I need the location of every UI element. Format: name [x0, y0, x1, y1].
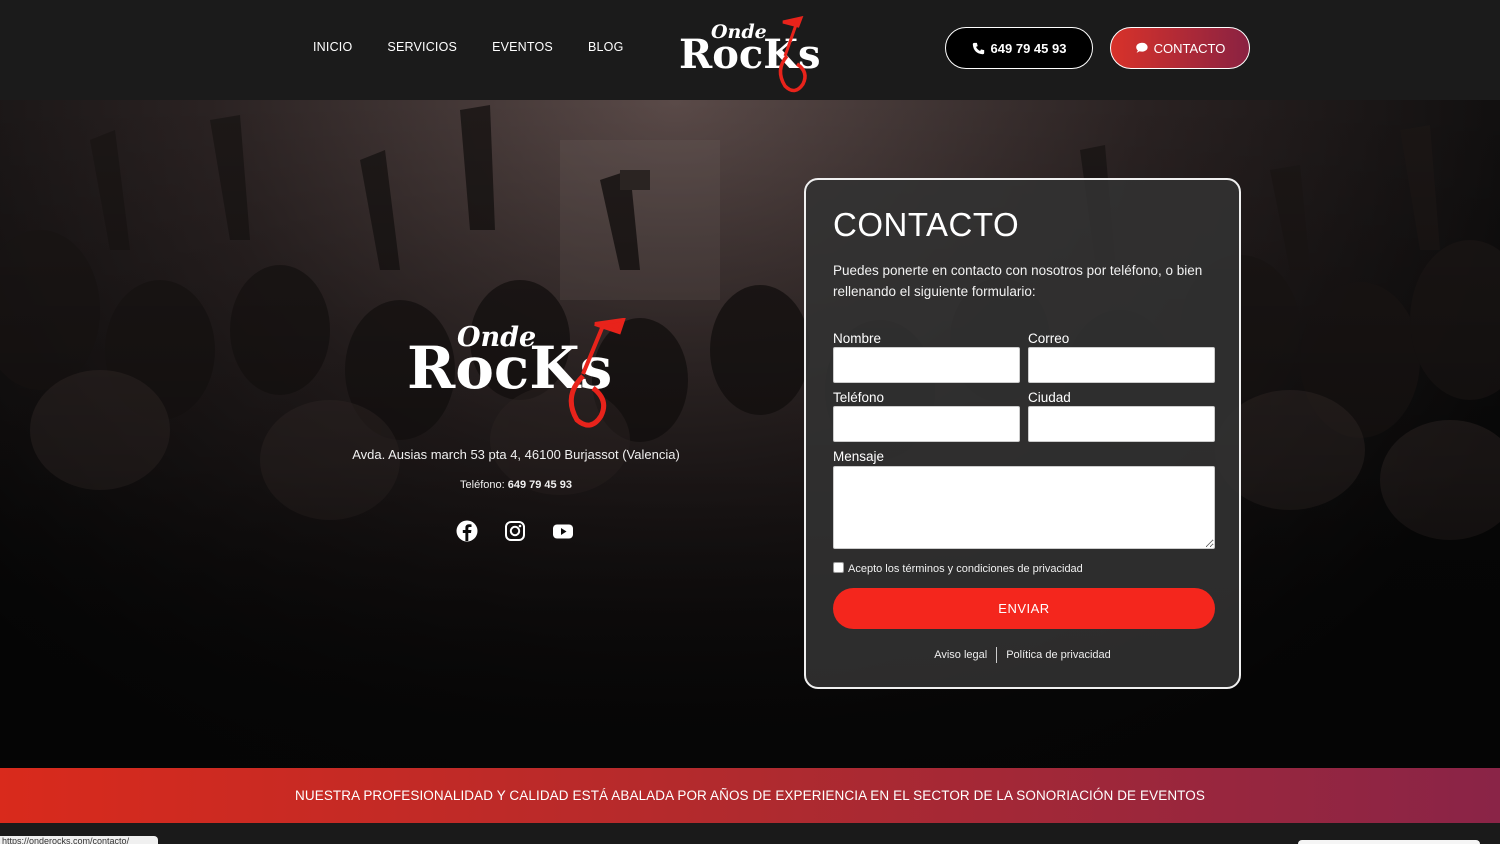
address-text: Avda. Ausias march 53 pta 4, 46100 Burja…: [352, 447, 680, 462]
site-header: INICIO SERVICIOS EVENTOS BLOG Onde RocKs…: [0, 0, 1500, 100]
privacy-policy-link[interactable]: Política de privacidad: [1006, 649, 1111, 661]
contact-button-label: CONTACTO: [1153, 40, 1226, 56]
phone-button-label: 649 79 45 93: [990, 40, 1067, 56]
hero-phone-label: Teléfono:: [460, 479, 505, 491]
legal-links: Aviso legal Política de privacidad: [806, 647, 1239, 663]
correo-input[interactable]: [1028, 347, 1215, 383]
hero-logo: Onde RocKs: [407, 318, 626, 428]
submit-button[interactable]: ENVIAR: [833, 588, 1215, 629]
mensaje-label: Mensaje: [833, 449, 885, 464]
hero-phone-line: Teléfono: 649 79 45 93: [290, 479, 742, 491]
logo-main-word: RocKs: [679, 31, 821, 78]
chat-bubble-icon: [1135, 42, 1148, 53]
nav-item-inicio[interactable]: INICIO: [313, 40, 352, 54]
next-section-preview: [0, 823, 1500, 844]
ciudad-label: Ciudad: [1028, 390, 1071, 405]
nav-item-servicios[interactable]: SERVICIOS: [387, 40, 457, 54]
instagram-icon[interactable]: [504, 520, 526, 542]
telefono-label: Teléfono: [833, 390, 885, 405]
experience-banner: NUESTRA PROFESIONALIDAD Y CALIDAD ESTÁ A…: [0, 768, 1500, 823]
terms-label[interactable]: Acepto los términos y condiciones de pri…: [848, 563, 1083, 575]
terms-checkbox[interactable]: [833, 562, 844, 573]
hero-logo-main-word: RocKs: [407, 334, 612, 402]
youtube-icon[interactable]: [552, 520, 574, 542]
form-intro: Puedes ponerte en contacto con nosotros …: [833, 263, 1203, 299]
crowd-background-image: [0, 100, 1500, 768]
legal-divider: [996, 647, 998, 663]
browser-status-url: https://onderocks.com/contacto/: [0, 836, 158, 844]
contact-form-card: CONTACTO Puedes ponerte en contacto con …: [804, 178, 1241, 689]
nombre-input[interactable]: [833, 347, 1020, 383]
hero-phone-number[interactable]: 649 79 45 93: [508, 479, 572, 491]
site-logo[interactable]: Onde RocKs: [679, 16, 829, 94]
contact-button[interactable]: CONTACTO: [1110, 27, 1250, 69]
form-title: CONTACTO: [833, 206, 1020, 243]
floating-widget-edge[interactable]: [1298, 840, 1480, 844]
ciudad-input[interactable]: [1028, 406, 1215, 442]
telefono-input[interactable]: [833, 406, 1020, 442]
phone-button[interactable]: 649 79 45 93: [945, 27, 1093, 69]
hero-section: Onde RocKs Avda. Ausias march 53 pta 4, …: [0, 100, 1500, 768]
nombre-label: Nombre: [833, 331, 882, 346]
correo-label: Correo: [1028, 331, 1070, 346]
nav-item-blog[interactable]: BLOG: [588, 40, 624, 54]
facebook-icon[interactable]: [456, 520, 478, 542]
aviso-legal-link[interactable]: Aviso legal: [934, 649, 987, 661]
mensaje-textarea[interactable]: [833, 466, 1215, 549]
social-links: [456, 520, 574, 542]
phone-icon: [972, 42, 984, 54]
nav-item-eventos[interactable]: EVENTOS: [492, 40, 553, 54]
main-nav: INICIO SERVICIOS EVENTOS BLOG: [313, 40, 659, 54]
